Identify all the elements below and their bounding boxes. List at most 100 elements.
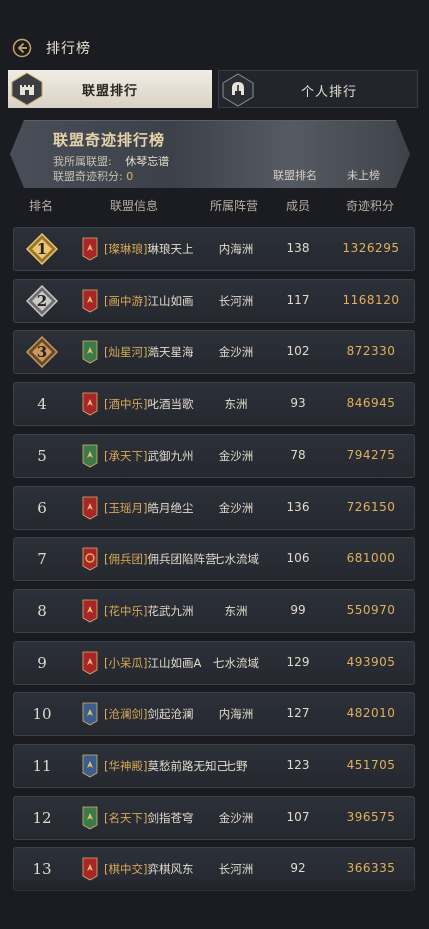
page-title: 排行榜 <box>46 41 91 57</box>
back-arrow-icon[interactable] <box>12 38 32 58</box>
tab-personal-ranking[interactable]: 个人排行 <box>218 70 418 108</box>
alliance-name: [玉瑶月]皓月绝尘 <box>104 500 193 516</box>
ranking-tabs: 联盟排行 个人排行 <box>8 70 418 108</box>
alliance-tag: [小呆瓜] <box>104 655 148 670</box>
alliance-title: 江山如画 <box>147 293 194 308</box>
wonder-score: 482010 <box>346 706 396 721</box>
helmet-icon <box>222 73 254 107</box>
alliance-name: [小呆瓜]江山如画A <box>104 655 201 671</box>
alliance-score-line: 联盟奇迹积分: 0 <box>53 168 133 184</box>
alliance-wonder-banner: 联盟奇迹排行榜 我所属联盟: 休琴忘谱 联盟奇迹积分: 0 联盟排名 未上榜 <box>10 120 410 188</box>
table-row[interactable]: 3 [灿星河]澔天星海 金沙洲 102 872330 <box>13 330 415 375</box>
alliance-title: 剑起沧澜 <box>147 707 194 722</box>
alliance-name: [名天下]剑指苍穹 <box>104 810 193 826</box>
alliance-flag-icon <box>82 547 98 571</box>
rank-number: 10 <box>32 705 52 724</box>
my-alliance-label: 我所属联盟: <box>53 155 112 168</box>
member-count: 129 <box>286 654 310 669</box>
rank-number: 3 <box>36 343 48 362</box>
column-camp: 所属阵营 <box>210 199 259 213</box>
alliance-name: [璨琳琅]琳琅天上 <box>104 241 193 257</box>
alliance-camp: 七水流域 <box>213 655 259 670</box>
alliance-tag: [画中游] <box>104 293 148 308</box>
wonder-score: 681000 <box>346 551 396 566</box>
wonder-score: 846945 <box>346 396 396 411</box>
rank-number: 8 <box>37 601 47 620</box>
wonder-score: 726150 <box>346 499 396 514</box>
tab-alliance-ranking[interactable]: 联盟排行 <box>8 70 212 108</box>
rank-number: 9 <box>37 653 47 672</box>
alliance-title: 澔天星海 <box>147 345 194 360</box>
alliance-score-value: 0 <box>126 170 134 183</box>
member-count: 117 <box>286 292 310 307</box>
member-count: 92 <box>290 861 306 876</box>
wonder-score: 872330 <box>346 344 396 359</box>
alliance-title: 剑指苍穹 <box>147 810 194 825</box>
table-row[interactable]: 6 [玉瑶月]皓月绝尘 金沙洲 136 726150 <box>13 485 415 530</box>
rank-number: 6 <box>37 498 47 517</box>
rank-number: 4 <box>37 395 47 414</box>
member-count: 127 <box>286 706 310 721</box>
alliance-camp: 内海洲 <box>218 707 254 722</box>
alliance-camp: 金沙洲 <box>218 500 254 515</box>
table-row[interactable]: 11 [华神殿]莫愁前路无知己 七野 123 451705 <box>13 744 415 788</box>
alliance-flag-icon <box>82 651 98 675</box>
alliance-title: 江山如画A <box>147 655 202 670</box>
alliance-camp: 内海洲 <box>218 242 254 256</box>
table-row[interactable]: 4 [酒中乐]叱酒当歌 东洲 93 846945 <box>13 382 415 427</box>
member-count: 107 <box>286 809 310 824</box>
wonder-score: 451705 <box>346 758 396 772</box>
alliance-camp: 七水流域 <box>213 552 259 567</box>
wonder-score: 396575 <box>346 809 396 824</box>
alliance-camp: 金沙洲 <box>218 448 254 463</box>
alliance-name: [佣兵团]佣兵团陷阵营 <box>104 551 216 567</box>
member-count: 106 <box>286 551 310 566</box>
table-row[interactable]: 8 [花中乐]花武九洲 东洲 99 550970 <box>13 588 415 633</box>
wonder-score: 1168120 <box>342 292 400 307</box>
alliance-flag-icon <box>82 599 98 623</box>
alliance-name: [棋中交]弈棋风东 <box>104 861 193 877</box>
alliance-tag: [花中乐] <box>104 603 148 618</box>
wonder-score: 493905 <box>346 654 396 669</box>
alliance-score-label: 联盟奇迹积分: <box>53 170 123 183</box>
wonder-score: 794275 <box>346 447 396 462</box>
alliance-title: 弈棋风东 <box>147 862 194 877</box>
my-alliance-line: 我所属联盟: 休琴忘谱 <box>53 153 169 169</box>
table-row[interactable]: 1 [璨琳琅]琳琅天上 内海洲 138 1326295 <box>13 227 415 271</box>
alliance-tag: [酒中乐] <box>104 397 148 412</box>
column-alliance-info: 联盟信息 <box>110 199 159 213</box>
alliance-flag-icon <box>82 340 98 364</box>
tab-alliance-label: 联盟排行 <box>82 84 139 99</box>
column-members: 成员 <box>286 199 311 213</box>
alliance-camp: 长河洲 <box>218 862 254 877</box>
column-wonder-score: 奇迹积分 <box>346 199 395 213</box>
alliance-camp: 东洲 <box>224 603 248 618</box>
member-count: 102 <box>286 344 310 359</box>
wonder-score: 366335 <box>346 861 396 876</box>
table-row[interactable]: 9 [小呆瓜]江山如画A 七水流域 129 493905 <box>13 640 415 685</box>
table-row[interactable]: 5 [承天下]武御九州 金沙洲 78 794275 <box>13 433 415 478</box>
table-row[interactable]: 12 [名天下]剑指苍穹 金沙洲 107 396575 <box>13 795 415 840</box>
table-row[interactable]: 10 [沧澜剑]剑起沧澜 内海洲 127 482010 <box>13 692 415 737</box>
top-bar: 排行榜 <box>0 30 429 64</box>
alliance-camp: 金沙洲 <box>218 810 254 825</box>
alliance-camp: 七野 <box>224 759 248 773</box>
member-count: 123 <box>286 758 310 772</box>
alliance-flag-icon <box>82 496 98 519</box>
rank-number: 7 <box>37 550 47 569</box>
rank-number: 13 <box>32 860 52 879</box>
rank-number: 1 <box>36 240 48 258</box>
member-count: 136 <box>286 499 310 514</box>
alliance-name: [沧澜剑]剑起沧澜 <box>104 706 193 722</box>
table-row[interactable]: 7 [佣兵团]佣兵团陷阵营 七水流域 106 681000 <box>13 537 415 582</box>
column-rank: 排名 <box>29 199 54 213</box>
table-row[interactable]: 13 [棋中交]弈棋风东 长河洲 92 366335 <box>13 847 415 892</box>
alliance-tag: [棋中交] <box>104 862 148 877</box>
alliance-camp: 东洲 <box>224 397 248 412</box>
alliance-flag-icon <box>82 237 98 261</box>
tab-personal-label: 个人排行 <box>301 85 358 100</box>
member-count: 78 <box>290 447 306 462</box>
alliance-title: 皓月绝尘 <box>147 500 194 515</box>
alliance-flag-icon <box>82 754 98 778</box>
table-row[interactable]: 2 [画中游]江山如画 长河洲 117 1168120 <box>13 278 415 323</box>
